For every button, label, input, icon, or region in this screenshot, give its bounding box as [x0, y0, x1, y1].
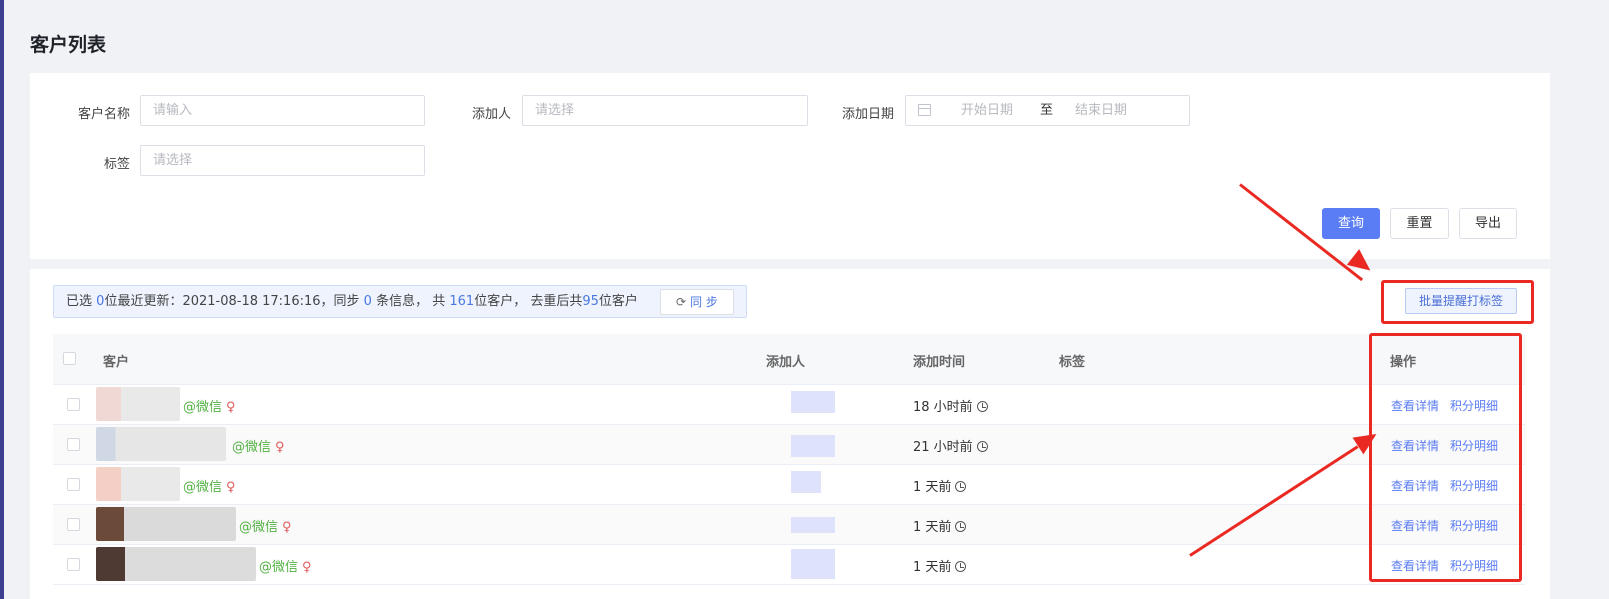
- added-time: 1 天前: [913, 516, 967, 535]
- avatar: [96, 387, 180, 421]
- sync-text: 条信息， 共: [376, 294, 446, 309]
- date-label: 添加日期: [841, 107, 894, 122]
- avatar: [96, 427, 226, 461]
- annotation-box-batch: [1381, 280, 1534, 324]
- female-icon: ♀: [275, 440, 285, 455]
- query-button[interactable]: 查询: [1322, 208, 1380, 239]
- clock-icon: [976, 441, 988, 452]
- col-added-time: 添加时间: [913, 355, 966, 370]
- added-time: 18 小时前: [913, 396, 988, 415]
- time-text: 21 小时前: [913, 440, 973, 455]
- adder-avatar: [791, 549, 835, 579]
- dedup-count: 95: [582, 294, 599, 309]
- date-range-picker[interactable]: 开始日期 至 结束日期: [905, 95, 1190, 126]
- wechat-tag: @微信: [183, 400, 223, 415]
- select-all-checkbox[interactable]: [63, 352, 76, 365]
- sync-info-bar: 已选 0位最近更新：2021-08-18 17:16:16，同步 0 条信息， …: [53, 285, 747, 318]
- row-checkbox[interactable]: [67, 398, 80, 411]
- page-title: 客户列表: [30, 34, 107, 56]
- filter-panel: 客户名称 请输入 添加人 请选择 添加日期 开始日期 至 结束日期 标签 请选择…: [30, 73, 1550, 259]
- adder-avatar: [791, 517, 835, 533]
- adder-avatar: [791, 471, 821, 493]
- row-checkbox[interactable]: [67, 518, 80, 531]
- customer-source: @微信 ♀: [259, 556, 312, 575]
- row-checkbox[interactable]: [67, 478, 80, 491]
- total-count: 161: [449, 294, 475, 309]
- sync-text: 已选: [66, 294, 93, 309]
- calendar-icon: [918, 104, 931, 116]
- clock-icon: [955, 521, 967, 532]
- added-time: 1 天前: [913, 476, 967, 495]
- export-button[interactable]: 导出: [1459, 208, 1517, 239]
- customer-name-label: 客户名称: [77, 107, 130, 122]
- row-checkbox[interactable]: [67, 558, 80, 571]
- date-start[interactable]: 开始日期: [961, 96, 1013, 125]
- avatar: [96, 507, 236, 541]
- table-row: @微信 ♀ 18 小时前 查看详情 积分明细: [53, 385, 1525, 425]
- customer-source: @微信 ♀: [183, 476, 236, 495]
- sync-button[interactable]: ⟳ 同 步: [660, 289, 734, 315]
- female-icon: ♀: [226, 480, 236, 495]
- col-adder: 添加人: [766, 355, 806, 370]
- time-text: 1 天前: [913, 560, 952, 575]
- female-icon: ♀: [282, 520, 292, 535]
- clock-icon: [955, 561, 967, 572]
- customer-source: @微信 ♀: [232, 436, 285, 455]
- col-customer: 客户: [103, 355, 130, 370]
- added-time: 1 天前: [913, 556, 967, 575]
- clock-icon: [955, 481, 967, 492]
- wechat-tag: @微信: [259, 560, 299, 575]
- table-header: 客户 添加人 添加时间 标签 操作: [53, 334, 1525, 385]
- col-tags: 标签: [1059, 355, 1086, 370]
- adder-avatar: [791, 435, 835, 457]
- tag-label: 标签: [103, 157, 130, 172]
- female-icon: ♀: [226, 400, 236, 415]
- tag-select[interactable]: 请选择: [140, 145, 425, 176]
- customer-source: @微信 ♀: [239, 516, 292, 535]
- time-text: 18 小时前: [913, 400, 973, 415]
- customer-table-panel: 已选 0位最近更新：2021-08-18 17:16:16，同步 0 条信息， …: [30, 269, 1550, 599]
- avatar: [96, 547, 256, 581]
- sync-button-label: 同 步: [690, 295, 718, 309]
- customer-source: @微信 ♀: [183, 396, 236, 415]
- date-end[interactable]: 结束日期: [1075, 96, 1127, 125]
- table-row: @微信 ♀ 1 天前 查看详情 积分明细: [53, 465, 1525, 505]
- adder-select[interactable]: 请选择: [522, 95, 808, 126]
- reset-button[interactable]: 重置: [1390, 208, 1449, 239]
- refresh-icon: ⟳: [676, 295, 687, 309]
- wechat-tag: @微信: [183, 480, 223, 495]
- sync-text: 位客户: [598, 294, 638, 309]
- avatar: [96, 467, 180, 501]
- annotation-box-operations: [1369, 333, 1522, 582]
- synced-count: 0: [363, 294, 372, 309]
- added-time: 21 小时前: [913, 436, 988, 455]
- sync-text: 位客户， 去重后共: [474, 294, 583, 309]
- wechat-tag: @微信: [232, 440, 272, 455]
- customer-name-input[interactable]: 请输入: [140, 95, 425, 126]
- sidebar-edge: [0, 0, 4, 599]
- adder-label: 添加人: [471, 107, 511, 122]
- time-text: 1 天前: [913, 520, 952, 535]
- sync-text: 位最近更新：2021-08-18 17:16:16，同步: [104, 294, 360, 309]
- table-row: @微信 ♀ 21 小时前 查看详情 积分明细: [53, 425, 1525, 465]
- date-separator: 至: [1040, 103, 1054, 118]
- table-row: @微信 ♀ 1 天前 查看详情 积分明细: [53, 545, 1525, 585]
- time-text: 1 天前: [913, 480, 952, 495]
- wechat-tag: @微信: [239, 520, 279, 535]
- row-checkbox[interactable]: [67, 438, 80, 451]
- adder-avatar: [791, 391, 835, 413]
- clock-icon: [976, 401, 988, 412]
- table-row: @微信 ♀ 1 天前 查看详情 积分明细: [53, 505, 1525, 545]
- female-icon: ♀: [302, 560, 312, 575]
